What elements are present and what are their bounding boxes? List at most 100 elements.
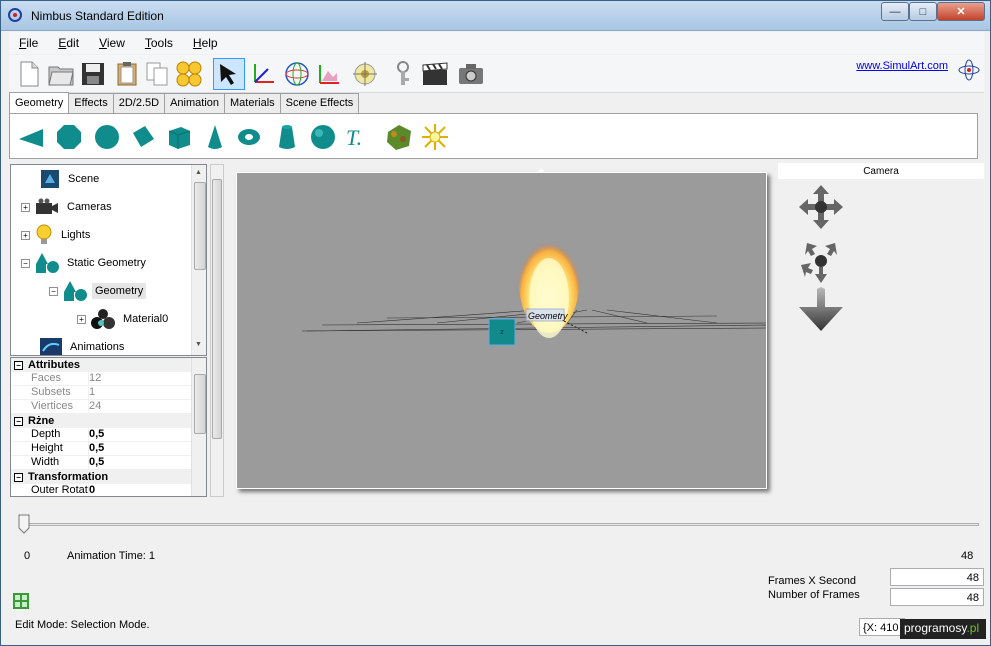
camera-button[interactable] xyxy=(457,59,485,89)
property-row[interactable]: Viertices 24 xyxy=(11,400,206,414)
cube-icon xyxy=(168,127,191,149)
add-terrain-button[interactable] xyxy=(384,122,414,152)
app-icon xyxy=(8,8,22,22)
add-torus-button[interactable] xyxy=(234,122,264,152)
splitter-thumb[interactable] xyxy=(212,179,222,439)
menu-file[interactable]: File xyxy=(9,36,48,50)
add-text-button[interactable]: T. xyxy=(344,122,374,152)
terrain-icon xyxy=(387,125,411,150)
open-button[interactable] xyxy=(47,59,75,89)
add-light-button[interactable] xyxy=(420,122,450,152)
add-circle-button[interactable] xyxy=(92,122,122,152)
camera-panel: Camera xyxy=(778,163,984,497)
fps-input[interactable]: 48 xyxy=(890,568,984,586)
tree-scroll-thumb[interactable] xyxy=(194,182,206,270)
tree-item-material[interactable]: + Material0 xyxy=(77,308,171,330)
expand-icon[interactable]: + xyxy=(21,230,30,240)
viewport-scene: z Geometry xyxy=(301,233,766,346)
collapse-icon[interactable]: − xyxy=(14,472,23,482)
website-link[interactable]: www.SimulArt.com xyxy=(856,60,948,72)
add-octagon-button[interactable] xyxy=(54,122,84,152)
collapse-icon[interactable]: − xyxy=(14,360,23,370)
zoom-down-arrow-icon[interactable] xyxy=(797,287,845,333)
gallery-button[interactable] xyxy=(315,59,343,89)
tree-label-cameras: Cameras xyxy=(67,201,112,213)
tab-materials[interactable]: Materials xyxy=(224,93,281,113)
cameras-icon xyxy=(36,198,58,214)
target-button[interactable] xyxy=(351,59,379,89)
minimize-icon: — xyxy=(889,5,901,18)
menu-edit[interactable]: Edit xyxy=(48,36,89,50)
select-tool-button[interactable] xyxy=(213,58,245,90)
clipboard-icon xyxy=(117,62,137,86)
add-cylinder-button[interactable] xyxy=(272,122,302,152)
collapse-icon[interactable]: − xyxy=(21,258,30,268)
tab-scene-effects[interactable]: Scene Effects xyxy=(279,93,360,113)
property-row[interactable]: Height 0,5 xyxy=(11,442,206,456)
geometry-icon xyxy=(64,281,87,301)
tree-scrollbar[interactable]: ▲ ▼ xyxy=(191,165,206,355)
tree-item-geometry[interactable]: − Geometry xyxy=(49,280,147,302)
category-misc[interactable]: − Rżne xyxy=(11,414,206,428)
watermark-accent: .pl xyxy=(966,621,980,635)
move-cross-icon[interactable] xyxy=(797,183,845,231)
tab-geometry[interactable]: Geometry xyxy=(9,92,70,113)
property-row[interactable]: Depth 0,5 xyxy=(11,428,206,442)
add-cube-button[interactable] xyxy=(164,122,194,152)
about-atom-icon[interactable] xyxy=(958,59,980,81)
props-scroll-thumb[interactable] xyxy=(194,374,206,434)
smileys-button[interactable] xyxy=(175,59,203,89)
expand-icon[interactable]: + xyxy=(21,202,30,212)
expand-icon[interactable]: + xyxy=(77,314,86,324)
property-row[interactable]: Width 0,5 xyxy=(11,456,206,470)
frame-count-input[interactable]: 48 xyxy=(890,588,984,606)
collapse-icon[interactable]: − xyxy=(14,416,23,426)
menu-view[interactable]: View xyxy=(89,36,135,50)
collapse-icon[interactable]: − xyxy=(49,286,58,296)
property-row[interactable]: Subsets 1 xyxy=(11,386,206,400)
menu-help[interactable]: Help xyxy=(183,36,228,50)
tab-effects[interactable]: Effects xyxy=(68,93,114,113)
category-attributes[interactable]: − Attributes xyxy=(11,358,206,372)
tree-label-scene: Scene xyxy=(68,173,100,185)
tree-item-scene[interactable]: Scene xyxy=(39,168,102,190)
add-sphere-button[interactable] xyxy=(308,122,338,152)
globe-button[interactable] xyxy=(283,59,311,89)
property-row[interactable]: Faces 12 xyxy=(11,372,206,386)
add-cone-button[interactable] xyxy=(200,122,230,152)
maximize-button[interactable]: □ xyxy=(909,2,937,21)
left-panel-splitter[interactable] xyxy=(210,164,224,497)
new-button[interactable] xyxy=(15,59,43,89)
open-folder-icon xyxy=(48,66,74,86)
axes-button[interactable] xyxy=(249,59,277,89)
menu-tools[interactable]: Tools xyxy=(135,36,183,50)
tree-item-cameras[interactable]: + Cameras xyxy=(21,196,115,218)
minimize-button[interactable]: — xyxy=(881,2,909,21)
title-bar[interactable]: Nimbus Standard Edition — □ ✕ xyxy=(1,1,990,31)
animations-icon xyxy=(40,338,62,355)
tab-2d[interactable]: 2D/2.5D xyxy=(112,93,166,113)
add-plane-button[interactable] xyxy=(128,122,158,152)
tree-label-material: Material0 xyxy=(123,313,169,325)
tree-item-static-geometry[interactable]: − Static Geometry xyxy=(21,252,149,274)
tree-item-lights[interactable]: + Lights xyxy=(21,224,93,246)
grid-add-icon[interactable] xyxy=(13,593,29,609)
timeline-track[interactable] xyxy=(19,523,979,526)
rotate-arrows-icon[interactable] xyxy=(797,237,845,285)
key-button[interactable] xyxy=(389,59,417,89)
save-button[interactable] xyxy=(79,59,107,89)
tab-animation[interactable]: Animation xyxy=(164,93,226,113)
3d-viewport[interactable]: z Geometry xyxy=(236,172,767,489)
close-button[interactable]: ✕ xyxy=(937,2,985,21)
tree-item-animations[interactable]: Animations xyxy=(39,336,127,355)
category-transformation[interactable]: − Transformation xyxy=(11,470,206,484)
property-row[interactable]: Outer Rotat 0 xyxy=(11,484,206,496)
add-triangle-button[interactable] xyxy=(16,122,46,152)
clapper-button[interactable] xyxy=(421,59,449,89)
props-scrollbar[interactable] xyxy=(191,358,206,496)
copy-button[interactable] xyxy=(143,59,171,89)
paste-button[interactable] xyxy=(113,59,141,89)
scroll-down-icon[interactable]: ▼ xyxy=(195,341,202,348)
timeline-slider-thumb[interactable] xyxy=(18,514,30,534)
scroll-up-icon[interactable]: ▲ xyxy=(195,169,202,176)
